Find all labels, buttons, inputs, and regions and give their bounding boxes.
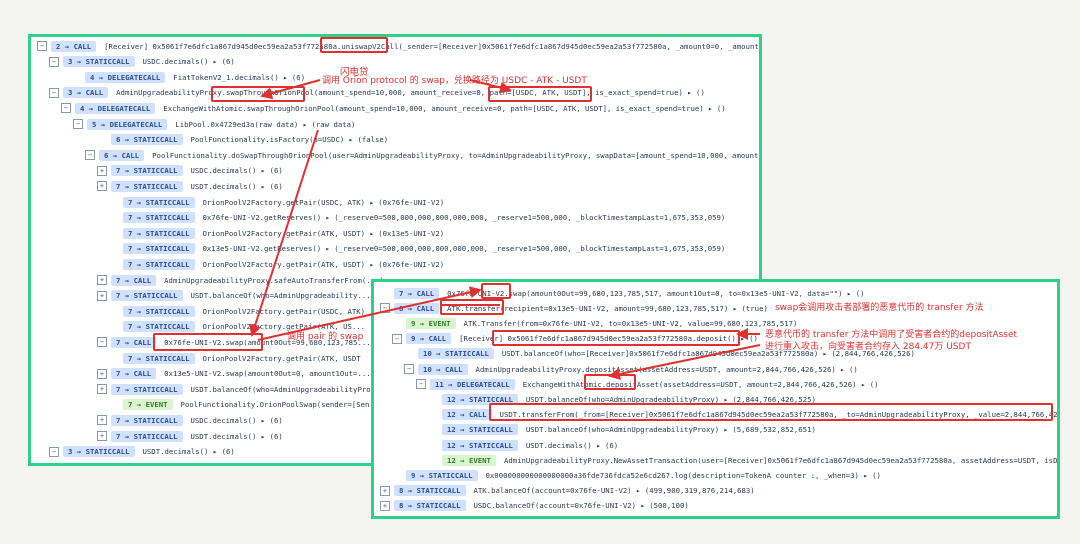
- screenshot-canvas: −2 → CALL [Receiver] 0x5061f7e6dfc1a867d9…: [0, 0, 1080, 544]
- arrow-to-path: [469, 79, 512, 94]
- arrow-deposit-asset: [608, 344, 761, 380]
- arrow-zoom: [257, 286, 482, 341]
- arrow-to-pair: [249, 129, 319, 337]
- arrow-to-swap: [260, 79, 321, 100]
- annotation-arrows: [249, 79, 761, 380]
